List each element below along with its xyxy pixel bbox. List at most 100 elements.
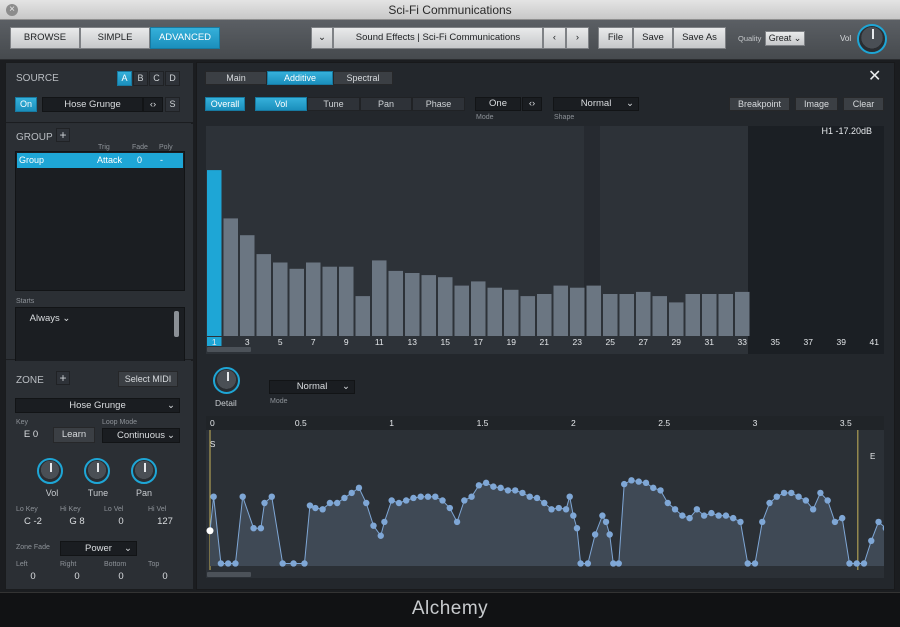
key-field[interactable]: E 0	[15, 428, 47, 443]
zone-pan-knob[interactable]	[131, 458, 157, 484]
save-as-button[interactable]: Save As	[673, 27, 726, 49]
top-label: Top	[148, 561, 160, 568]
clear-button[interactable]: Clear	[843, 97, 884, 111]
lo-key-field[interactable]: C -2	[15, 516, 51, 530]
master-volume-knob[interactable]	[857, 24, 887, 54]
envelope-point	[610, 560, 617, 567]
harmonic-axis-label: 37	[804, 337, 814, 347]
top-field[interactable]: 0	[147, 571, 183, 585]
envelope-editor[interactable]: 0 0.5 1 1.5 2 2.5 3 3.5 S E	[206, 416, 884, 578]
zone-fade-select[interactable]: Power ⌄	[60, 541, 137, 556]
harmonic-bar	[603, 294, 618, 336]
starts-select[interactable]: Always ⌄	[20, 312, 80, 328]
source-solo-button[interactable]: S	[165, 97, 180, 112]
zone-name-select[interactable]: Hose Grunge ⌄	[15, 398, 180, 413]
tab-spectral[interactable]: Spectral	[333, 71, 393, 85]
breakpoint-button[interactable]: Breakpoint	[729, 97, 790, 111]
close-editor-icon[interactable]: ✕	[868, 66, 881, 86]
harmonic-axis-label: 9	[344, 337, 349, 347]
file-button[interactable]: File	[598, 27, 633, 49]
mode2-select[interactable]: Normal ⌄	[269, 380, 355, 394]
harmonic-axis-label: 17	[474, 337, 484, 347]
source-nav-arrows[interactable]: ‹›	[143, 97, 163, 112]
image-button[interactable]: Image	[795, 97, 838, 111]
hi-key-field[interactable]: G 8	[59, 516, 95, 530]
harmonic-graph[interactable]: H1 -17.20dB 1 3 5 7 9 11 13 15 17 19 21 23 25 27 29 31 3…	[206, 126, 884, 354]
select-midi-button[interactable]: Select MIDI	[118, 371, 178, 387]
subtab-pan[interactable]: Pan	[360, 97, 412, 111]
hi-vel-field[interactable]: 127	[147, 516, 183, 530]
harmonic-bar	[322, 266, 337, 336]
tab-main[interactable]: Main	[205, 71, 267, 85]
harmonic-axis-label: 3	[245, 337, 250, 347]
source-slot-b[interactable]: B	[133, 71, 148, 86]
mode-select[interactable]: One	[475, 97, 521, 111]
bottom-field[interactable]: 0	[103, 571, 139, 585]
chevron-down-icon: ⌄	[626, 98, 634, 109]
col-trig-label: Trig	[98, 144, 110, 151]
chevron-right-icon: ›	[575, 32, 580, 43]
preset-name-display[interactable]: Sound Effects | Sci-Fi Communications	[333, 27, 543, 49]
mode-arrows[interactable]: ‹›	[522, 97, 542, 111]
envelope-point	[868, 537, 875, 544]
next-preset-button[interactable]: ›	[566, 27, 589, 49]
source-slot-d[interactable]: D	[165, 71, 180, 86]
group-heading: GROUP	[16, 132, 53, 143]
prev-preset-button[interactable]: ‹	[543, 27, 566, 49]
zone-tune-label: Tune	[87, 488, 109, 498]
tab-additive[interactable]: Additive	[267, 71, 333, 85]
envelope-point	[250, 525, 257, 532]
source-slot-c[interactable]: C	[149, 71, 164, 86]
top-toolbar: BROWSE SIMPLE ADVANCED ⌄ Sound Effects |…	[0, 20, 900, 60]
add-group-button[interactable]: +	[56, 128, 70, 142]
harmonic-bar	[520, 296, 535, 336]
harmonic-bar	[570, 287, 585, 336]
right-label: Right	[60, 561, 77, 568]
add-zone-button[interactable]: +	[56, 371, 70, 385]
footer-bar: Alchemy	[0, 592, 900, 627]
envelope-point	[671, 506, 679, 513]
subtab-overall[interactable]: Overall	[205, 97, 245, 111]
tab-simple[interactable]: SIMPLE	[80, 27, 150, 49]
subtab-vol[interactable]: Vol	[255, 97, 307, 111]
detail-knob[interactable]	[213, 367, 240, 394]
envelope-point	[686, 514, 693, 522]
envelope-point	[693, 506, 701, 513]
zone-vol-knob[interactable]	[37, 458, 63, 484]
loop-mode-select[interactable]: Continuous ⌄	[102, 428, 180, 443]
zone-tune-knob[interactable]	[84, 458, 110, 484]
subtab-phase[interactable]: Phase	[412, 97, 465, 111]
source-on-toggle[interactable]: On	[15, 97, 37, 112]
harmonic-bar	[355, 296, 370, 336]
harmonic-axis-label: 23	[573, 337, 583, 347]
start-marker[interactable]: S	[210, 440, 215, 449]
subtab-tune[interactable]: Tune	[307, 97, 360, 111]
source-slot-a[interactable]: A	[117, 71, 132, 86]
quality-select[interactable]: Great ⌄	[765, 31, 805, 46]
envelope-start-point	[206, 527, 214, 535]
shape-select[interactable]: Normal ⌄	[553, 97, 639, 111]
tab-browse[interactable]: BROWSE	[10, 27, 80, 49]
save-button[interactable]: Save	[633, 27, 673, 49]
preset-menu-button[interactable]: ⌄	[311, 27, 333, 49]
envelope-point	[628, 477, 635, 484]
harmonic-bars: 1 3 5 7 9 11 13 15 17 19 21 23 25 27 29 31 33 35 37 39 41	[207, 170, 879, 347]
lo-vel-field[interactable]: 0	[103, 516, 139, 530]
group-list: Group Attack 0 -	[15, 151, 185, 291]
envelope-point	[279, 560, 286, 567]
left-field[interactable]: 0	[15, 571, 51, 585]
group-row-selected[interactable]: Group Attack 0 -	[17, 153, 183, 168]
source-name-field[interactable]: Hose Grunge	[42, 97, 143, 112]
starts-scrollbar[interactable]	[174, 311, 179, 337]
learn-button[interactable]: Learn	[53, 427, 95, 443]
end-marker[interactable]: E	[870, 452, 875, 461]
envelope-point	[410, 494, 417, 502]
right-field[interactable]: 0	[59, 571, 95, 585]
envelope-point	[217, 560, 225, 567]
harmonic-scroll-handle[interactable]	[207, 347, 251, 352]
envelope-point	[744, 560, 751, 567]
envelope-scroll-handle[interactable]	[207, 572, 251, 577]
tab-advanced[interactable]: ADVANCED	[150, 27, 220, 49]
chevron-down-icon: ⌄	[62, 313, 71, 324]
envelope-point	[468, 493, 475, 500]
